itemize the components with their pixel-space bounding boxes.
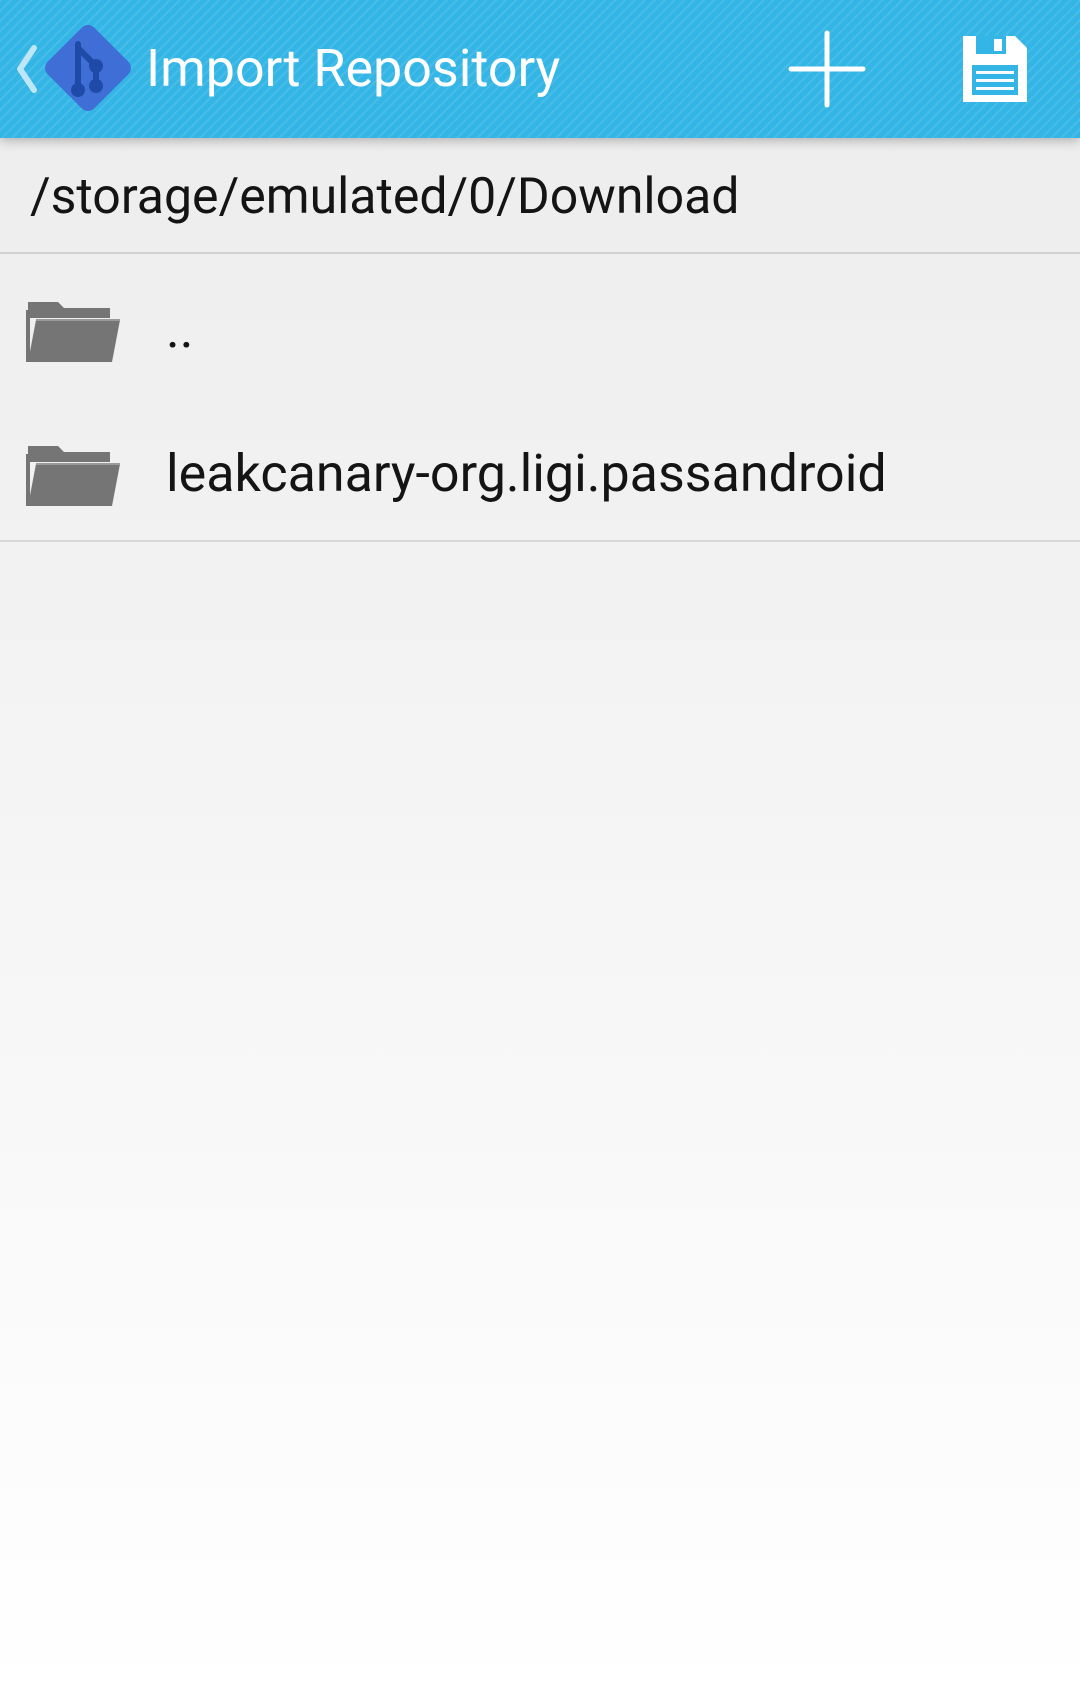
page-title: Import Repository	[146, 38, 561, 99]
file-name: leakcanary-org.ligi.passandroid	[166, 443, 887, 504]
action-bar: Import Repository	[0, 0, 1080, 138]
folder-open-icon	[26, 302, 120, 362]
file-list: .. leakcanary-org.ligi.passandroid	[0, 256, 1080, 542]
plus-icon	[788, 30, 866, 108]
git-logo-icon	[45, 25, 131, 111]
folder-open-icon	[26, 446, 120, 506]
save-button[interactable]	[940, 14, 1050, 124]
add-button[interactable]	[772, 14, 882, 124]
floppy-disk-icon	[963, 36, 1027, 102]
current-path-bar: /storage/emulated/0/Download	[0, 138, 1080, 254]
file-name: ..	[166, 299, 194, 360]
list-item-folder[interactable]: leakcanary-org.ligi.passandroid	[0, 396, 1080, 536]
current-path-label: /storage/emulated/0/Download	[30, 168, 740, 226]
list-item-parent-directory[interactable]: ..	[0, 256, 1080, 396]
up-navigation-button[interactable]	[8, 12, 140, 126]
